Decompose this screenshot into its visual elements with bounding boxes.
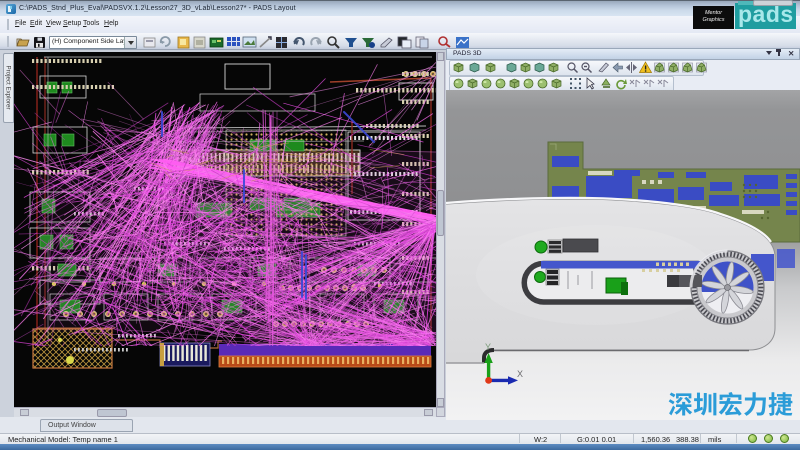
svg-text:Y: Y [485, 342, 491, 352]
svg-text:X: X [517, 369, 523, 379]
